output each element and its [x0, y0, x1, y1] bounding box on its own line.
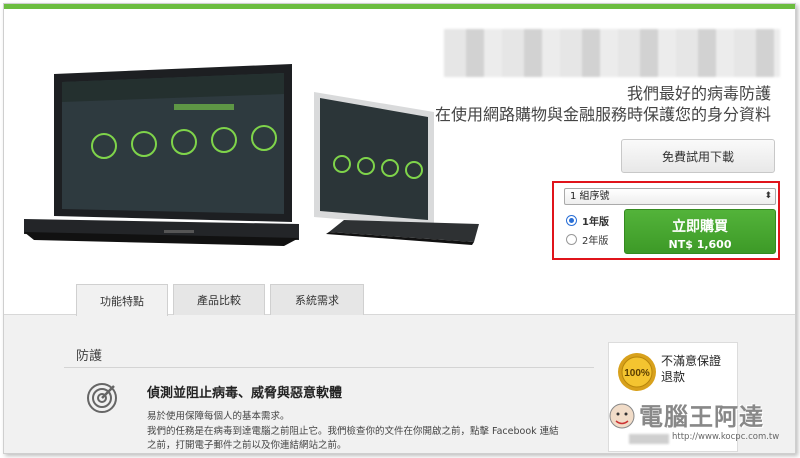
- guarantee-text: 不滿意保證 退款: [661, 353, 721, 385]
- radar-icon: [87, 383, 117, 413]
- option-1-year[interactable]: 1年版: [566, 213, 609, 228]
- feature-desc-line3: 之前，打開電子郵件之前以及你連結網站之前。: [147, 440, 347, 451]
- tab-features[interactable]: 功能特點: [76, 284, 168, 316]
- radio-1-year[interactable]: [566, 215, 577, 226]
- license-count-select[interactable]: 1 組序號 ⬍: [564, 188, 776, 205]
- feature-desc-line2: 我們的任務是在病毒到達電腦之前阻止它。我們檢查你的文件在你開啟之前，點擊 Fac…: [147, 426, 559, 437]
- tab-compare[interactable]: 產品比較: [173, 284, 265, 315]
- watermark-url: http://www.kocpc.com.tw: [672, 432, 780, 442]
- guarantee-line1: 不滿意保證: [661, 354, 722, 368]
- section-divider: [64, 367, 594, 368]
- buy-now-price: NT$ 1,600: [668, 238, 732, 251]
- radio-2-year[interactable]: [566, 234, 577, 245]
- buy-now-button[interactable]: 立即購買 NT$ 1,600: [624, 209, 776, 254]
- laptop-image: [24, 64, 299, 246]
- feature-title: 偵測並阻止病毒、威脅與惡意軟體: [147, 386, 343, 401]
- buy-now-label: 立即購買: [672, 219, 728, 235]
- select-arrows-icon: ⬍: [764, 191, 772, 201]
- free-trial-download-button[interactable]: 免費試用下載: [621, 139, 775, 173]
- brand-bar: [4, 4, 795, 9]
- guarantee-line2: 退款: [661, 370, 686, 384]
- feature-desc-line1: 易於使用保障每個人的基本需求。: [147, 411, 290, 422]
- tab-system-requirements[interactable]: 系統需求: [270, 284, 364, 315]
- watermark-blur: [629, 434, 669, 444]
- option-1-year-label: 1年版: [582, 217, 609, 228]
- tagline-line2: 在使用網路購物與金融服務時保護您的身分資料: [434, 105, 771, 124]
- medal-label: 100%: [624, 368, 650, 379]
- gold-medal-icon: 100%: [618, 353, 656, 391]
- watermark-title: 電腦王阿達: [639, 403, 764, 431]
- license-select-value: 1 組序號: [570, 191, 610, 202]
- section-heading: 防護: [76, 349, 103, 364]
- blurred-product-title: [444, 29, 780, 77]
- page-frame: 我們最好的病毒防護 在使用網路購物與金融服務時保護您的身分資料 免費試用下載 1…: [3, 3, 796, 454]
- tablet-image: [314, 92, 479, 245]
- option-2-year[interactable]: 2年版: [566, 232, 608, 247]
- option-2-year-label: 2年版: [582, 236, 609, 247]
